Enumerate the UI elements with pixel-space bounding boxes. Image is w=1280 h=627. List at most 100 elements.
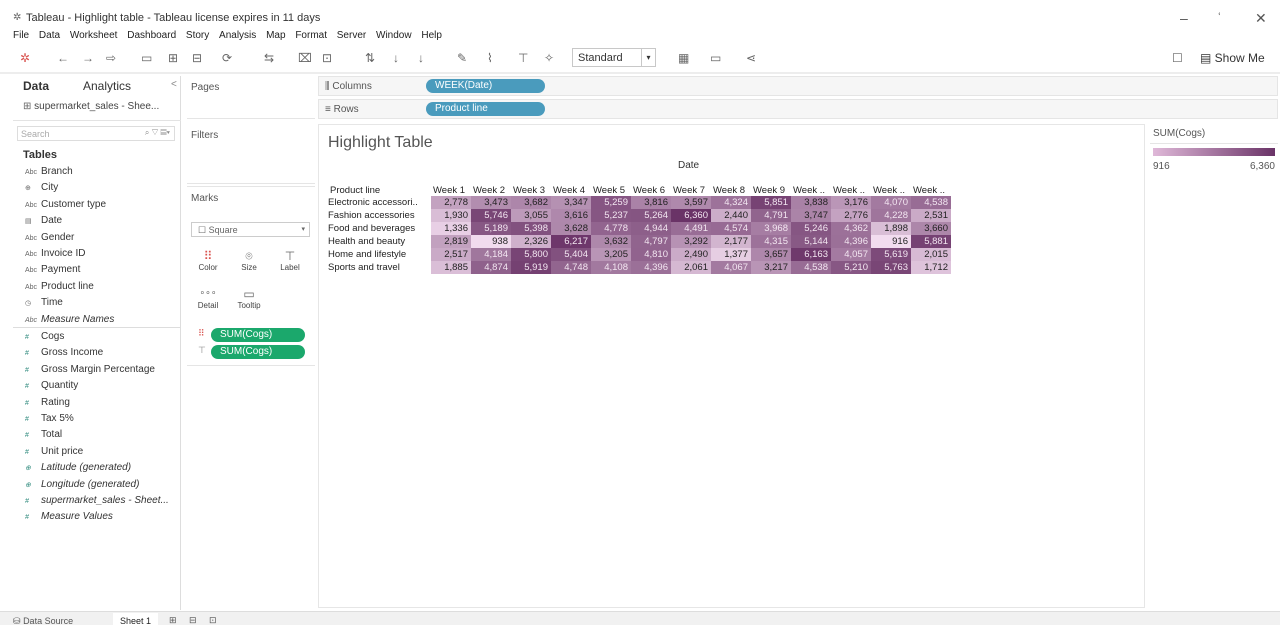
heat-cell[interactable]: 1,898	[871, 222, 911, 235]
heat-cell[interactable]: 5,881	[911, 235, 951, 248]
heat-cell[interactable]: 4,396	[631, 261, 671, 274]
column-header[interactable]: Week 7	[671, 184, 711, 196]
menu-dashboard[interactable]: Dashboard	[127, 30, 176, 41]
new-datasource-icon[interactable]: ⇨	[106, 51, 116, 65]
heat-cell[interactable]: 2,440	[711, 209, 751, 222]
heat-cell[interactable]: 1,712	[911, 261, 951, 274]
row-header[interactable]: Health and beauty	[328, 235, 431, 248]
heat-cell[interactable]: 6,163	[791, 248, 831, 261]
highlight-icon[interactable]: ✎	[457, 51, 467, 65]
heat-cell[interactable]: 5,763	[871, 261, 911, 274]
close-button[interactable]: ✕	[1255, 10, 1267, 27]
row-header[interactable]: Food and beverages	[328, 222, 431, 235]
heat-cell[interactable]: 6,217	[551, 235, 591, 248]
clear-sheet-icon[interactable]: ⌧	[298, 51, 312, 65]
heat-cell[interactable]: 3,628	[551, 222, 591, 235]
heat-cell[interactable]: 3,616	[551, 209, 591, 222]
view-title[interactable]: Highlight Table	[328, 134, 433, 152]
field-cogs[interactable]: # Cogs	[25, 331, 64, 345]
heat-cell[interactable]: 3,838	[791, 196, 831, 209]
field-gross-income[interactable]: # Gross Income	[25, 347, 103, 361]
menu-analysis[interactable]: Analysis	[219, 30, 256, 41]
heat-cell[interactable]: 5,851	[751, 196, 791, 209]
fit-select[interactable]: Standard ▾	[572, 48, 656, 67]
heat-cell[interactable]: 3,055	[511, 209, 551, 222]
heat-cell[interactable]: 4,184	[471, 248, 511, 261]
menu-file[interactable]: File	[13, 30, 29, 41]
back-icon[interactable]: ←	[57, 51, 69, 65]
heat-cell[interactable]: 4,315	[751, 235, 791, 248]
rows-shelf[interactable]: ≡ Rows Product line	[318, 99, 1278, 119]
field-longitude-generated-[interactable]: ⊕ Longitude (generated)	[25, 479, 139, 493]
heat-cell[interactable]: 4,538	[791, 261, 831, 274]
heat-cell[interactable]: 3,217	[751, 261, 791, 274]
heat-cell[interactable]: 4,748	[551, 261, 591, 274]
heat-cell[interactable]: 3,747	[791, 209, 831, 222]
pin-icon[interactable]: ✧	[544, 51, 554, 65]
field-branch[interactable]: Abc Branch	[25, 166, 73, 180]
field-tax-5-[interactable]: # Tax 5%	[25, 413, 74, 427]
pages-card[interactable]: Pages	[187, 76, 315, 119]
sort-asc-icon[interactable]: ↓	[393, 51, 399, 65]
tooltip-button[interactable]: ▭ Tooltip	[231, 283, 267, 321]
heat-cell[interactable]: 3,597	[671, 196, 711, 209]
heat-cell[interactable]: 3,632	[591, 235, 631, 248]
group-icon[interactable]: ⊡	[322, 51, 332, 65]
tab-analytics[interactable]: Analytics	[83, 79, 131, 93]
swap-icon[interactable]: ⇆	[264, 51, 274, 65]
color-legend[interactable]: SUM(Cogs) 916 6,360	[1150, 124, 1278, 174]
heat-cell[interactable]: 5,746	[471, 209, 511, 222]
column-header[interactable]: Week ..	[791, 184, 831, 196]
maximize-button[interactable]: ʿ	[1217, 10, 1222, 26]
column-header[interactable]: Week 3	[511, 184, 551, 196]
field-measure-values[interactable]: # Measure Values	[25, 511, 113, 525]
heat-cell[interactable]: 3,292	[671, 235, 711, 248]
color-pill[interactable]: SUM(Cogs)	[211, 328, 305, 342]
heat-cell[interactable]: 5,404	[551, 248, 591, 261]
heat-cell[interactable]: 2,490	[671, 248, 711, 261]
columns-shelf[interactable]: ⫼ Columns WEEK(Date)	[318, 76, 1278, 96]
field-time[interactable]: ◷ Time	[25, 297, 63, 311]
mark-type-select[interactable]: ☐ Square ▾	[191, 222, 310, 237]
new-sheet-icon[interactable]: ⊞	[168, 51, 178, 65]
field-unit-price[interactable]: # Unit price	[25, 446, 83, 460]
column-header[interactable]: Week 4	[551, 184, 591, 196]
heat-cell[interactable]: 5,800	[511, 248, 551, 261]
columns-pill[interactable]: WEEK(Date)	[426, 79, 545, 93]
field-latitude-generated-[interactable]: ⊕ Latitude (generated)	[25, 462, 131, 476]
heat-cell[interactable]: 5,144	[791, 235, 831, 248]
tab-data[interactable]: Data	[23, 79, 49, 93]
heat-cell[interactable]: 4,791	[751, 209, 791, 222]
heat-cell[interactable]: 4,538	[911, 196, 951, 209]
heat-cell[interactable]: 5,619	[871, 248, 911, 261]
column-header[interactable]: Week ..	[871, 184, 911, 196]
heat-cell[interactable]: 2,177	[711, 235, 751, 248]
heat-cell[interactable]: 1,377	[711, 248, 751, 261]
field-total[interactable]: # Total	[25, 429, 62, 443]
column-header[interactable]: Week 6	[631, 184, 671, 196]
heat-cell[interactable]: 4,067	[711, 261, 751, 274]
heat-cell[interactable]: 3,682	[511, 196, 551, 209]
menu-worksheet[interactable]: Worksheet	[70, 30, 118, 41]
field-quantity[interactable]: # Quantity	[25, 380, 78, 394]
field-rating[interactable]: # Rating	[25, 397, 70, 411]
heat-cell[interactable]: 5,259	[591, 196, 631, 209]
comment-icon[interactable]: ☐	[1172, 51, 1183, 65]
row-header[interactable]: Sports and travel	[328, 261, 431, 274]
heat-cell[interactable]: 1,336	[431, 222, 471, 235]
attach-icon[interactable]: ⌇	[487, 51, 493, 65]
heat-cell[interactable]: 2,015	[911, 248, 951, 261]
heat-cell[interactable]: 2,776	[831, 209, 871, 222]
row-header[interactable]: Home and lifestyle	[328, 248, 431, 261]
heat-cell[interactable]: 2,061	[671, 261, 711, 274]
heat-cell[interactable]: 2,326	[511, 235, 551, 248]
heat-cell[interactable]: 4,574	[711, 222, 751, 235]
heat-cell[interactable]: 4,874	[471, 261, 511, 274]
sort-desc-icon[interactable]: ↓	[418, 51, 424, 65]
heat-cell[interactable]: 3,968	[751, 222, 791, 235]
field-supermarket-sales-sheet-[interactable]: # supermarket_sales - Sheet...	[25, 495, 169, 509]
heat-cell[interactable]: 4,057	[831, 248, 871, 261]
tableau-logo-icon[interactable]: ✲	[20, 51, 30, 65]
heat-cell[interactable]: 2,517	[431, 248, 471, 261]
labels-icon[interactable]: ⊤	[518, 51, 528, 65]
